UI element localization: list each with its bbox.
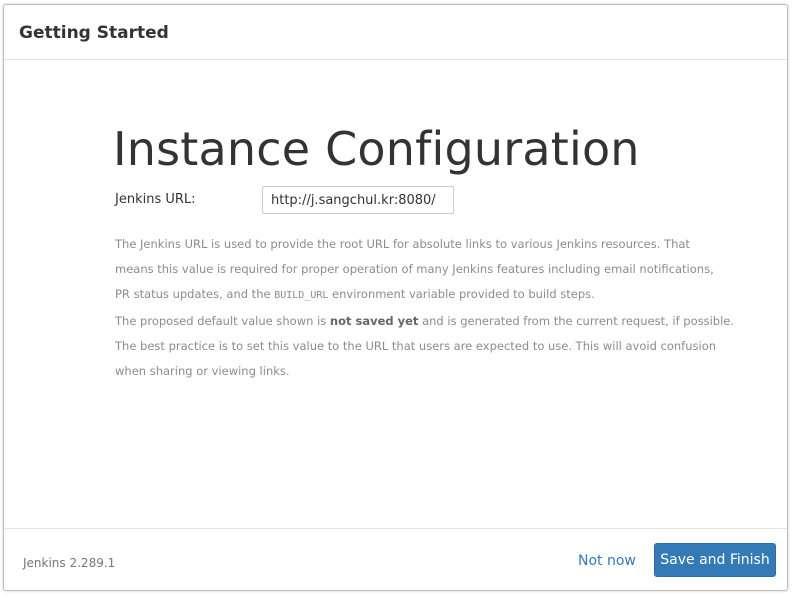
- help-line: The proposed default value shown is not …: [115, 309, 734, 334]
- not-now-button[interactable]: Not now: [570, 547, 644, 575]
- help-line: PR status updates, and the BUILD_URL env…: [115, 282, 695, 308]
- page-title: Instance Configuration: [113, 122, 640, 176]
- not-saved-yet-emphasis: not saved yet: [329, 313, 419, 328]
- save-and-finish-button[interactable]: Save and Finish: [654, 543, 776, 577]
- jenkins-url-input[interactable]: [262, 186, 454, 214]
- help-line: The best practice is to set this value t…: [115, 338, 717, 353]
- build-url-code: BUILD_URL: [274, 290, 329, 302]
- help-text-fragment: The proposed default value shown is: [115, 313, 330, 328]
- help-text-fragment: and is generated from the current reques…: [418, 313, 735, 328]
- setup-wizard-dialog: Getting Started Instance Configuration J…: [3, 4, 788, 591]
- jenkins-version: Jenkins 2.289.1: [23, 556, 116, 570]
- jenkins-url-label: Jenkins URL:: [115, 192, 196, 207]
- dialog-header: Getting Started: [4, 5, 787, 60]
- help-line: when sharing or viewing links.: [115, 364, 290, 379]
- help-line: means this value is required for proper …: [115, 262, 714, 277]
- help-line: The Jenkins URL is used to provide the r…: [115, 237, 690, 251]
- dialog-footer: Jenkins 2.289.1 Not now Save and Finish: [4, 528, 787, 591]
- help-text-fragment: PR status updates, and the: [115, 287, 275, 302]
- help-text: The Jenkins URL is used to provide the r…: [115, 232, 734, 384]
- help-text-fragment: environment variable provided to build s…: [328, 287, 595, 302]
- dialog-body: Instance Configuration Jenkins URL: The …: [4, 60, 787, 528]
- dialog-title: Getting Started: [19, 23, 169, 43]
